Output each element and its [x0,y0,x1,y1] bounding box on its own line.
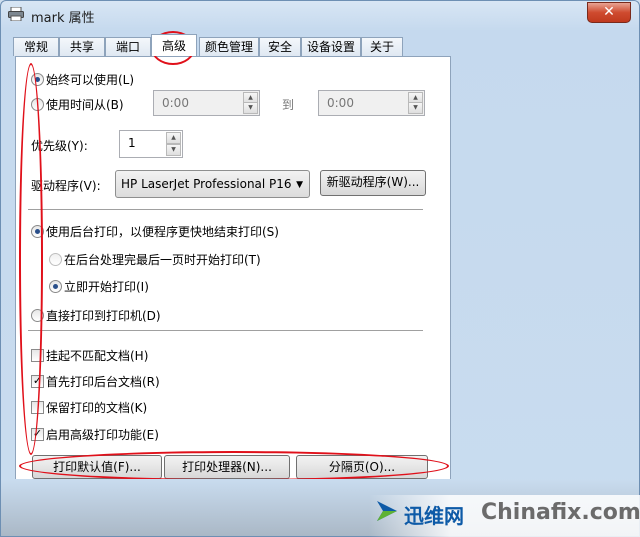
priority-label: 优先级(Y): [31,139,88,153]
always-available-label: 始终可以使用(L) [46,73,135,87]
to-time-field[interactable]: 0:00 ▲ ▼ [318,90,425,116]
hold-mismatched-checkbox[interactable] [31,349,44,362]
keep-printed-checkbox[interactable] [31,401,44,414]
priority-stepper[interactable]: 1 ▲ ▼ [119,130,183,158]
from-time-value: 0:00 [162,96,189,110]
advanced-features-label: 启用高级打印功能(E) [46,428,159,442]
tab-about[interactable]: 关于 [361,37,403,56]
available-from-radio[interactable] [31,98,44,111]
to-label: 到 [282,98,295,112]
priority-up-icon[interactable]: ▲ [166,132,181,144]
priority-down-icon[interactable]: ▼ [166,144,181,156]
to-time-down-icon[interactable]: ▼ [408,102,423,114]
spooled-first-checkbox[interactable]: ✓ [31,375,44,388]
tab-general[interactable]: 常规 [13,37,59,56]
spooled-first-label: 首先打印后台文档(R) [46,375,160,389]
tab-color-management[interactable]: 颜色管理 [199,37,259,56]
tab-advanced[interactable]: 高级 [151,34,197,56]
divider [28,209,423,211]
close-button[interactable]: ✕ [587,2,631,23]
printer-icon [8,7,24,21]
new-driver-button[interactable]: 新驱动程序(W)... [320,170,426,196]
hold-mismatched-label: 挂起不匹配文档(H) [46,349,149,363]
advanced-panel: 始终可以使用(L) 使用时间从(B) 0:00 ▲ ▼ 到 0:00 ▲ ▼ 优… [15,56,451,480]
print-direct-radio[interactable] [31,309,44,322]
properties-window: mark 属性 ✕ 常规 共享 端口 高级 颜色管理 安全 设备设置 关于 始终… [0,0,640,537]
priority-value: 1 [128,136,136,150]
tab-device-settings[interactable]: 设备设置 [301,37,361,56]
printing-defaults-button[interactable]: 打印默认值(F)... [32,455,162,479]
driver-value: HP LaserJet Professional P1606 [121,177,291,191]
separator-page-button[interactable]: 分隔页(O)... [296,455,428,479]
to-time-value: 0:00 [327,96,354,110]
watermark-en: Chinafix.com [481,500,640,525]
chinafix-logo-icon [377,501,397,521]
watermark-cn: 迅维网 [404,504,464,528]
start-after-last-page-radio[interactable] [49,253,62,266]
watermark: 迅维网 Chinafix.com [369,495,640,537]
driver-label: 驱动程序(V): [31,179,101,193]
window-title: mark 属性 [31,11,95,26]
divider [28,330,423,332]
chevron-down-icon: ▼ [296,180,303,190]
keep-printed-label: 保留打印的文档(K) [46,401,148,415]
print-processor-button[interactable]: 打印处理器(N)... [164,455,290,479]
tab-sharing[interactable]: 共享 [59,37,105,56]
tab-ports[interactable]: 端口 [105,37,151,56]
print-direct-label: 直接打印到打印机(D) [46,309,161,323]
driver-select[interactable]: HP LaserJet Professional P1606 ▼ [115,170,310,198]
start-after-last-page-label: 在后台处理完最后一页时开始打印(T) [64,253,261,267]
advanced-features-checkbox[interactable]: ✓ [31,428,44,441]
spool-radio[interactable] [31,225,44,238]
start-immediately-radio[interactable] [49,280,62,293]
from-time-down-icon[interactable]: ▼ [243,102,258,114]
spool-label: 使用后台打印，以便程序更快地结束打印(S) [46,225,279,239]
available-from-label: 使用时间从(B) [46,98,124,112]
start-immediately-label: 立即开始打印(I) [64,280,149,294]
tab-security[interactable]: 安全 [259,37,301,56]
title-bar: mark 属性 ✕ [1,1,639,29]
always-available-radio[interactable] [31,73,44,86]
from-time-field[interactable]: 0:00 ▲ ▼ [153,90,260,116]
